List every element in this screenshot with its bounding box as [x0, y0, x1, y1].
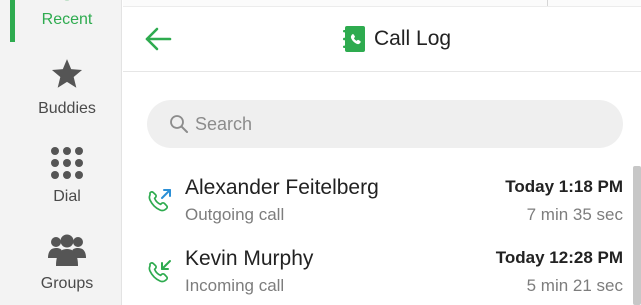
clock-icon: [64, 0, 70, 1]
search-input[interactable]: [195, 110, 595, 138]
call-time: Today 1:18 PM: [505, 177, 623, 196]
call-type: Outgoing call: [185, 205, 285, 224]
page-title: Call Log: [374, 27, 452, 50]
call-log-row[interactable]: Kevin Murphy Incoming call Today 12:28 P…: [123, 243, 631, 305]
top-strip-divider: [547, 0, 548, 6]
call-log-row[interactable]: Alexander Feitelberg Outgoing call Today…: [123, 172, 631, 238]
group-icon: [48, 234, 86, 266]
call-duration: 7 min 35 sec: [526, 205, 623, 224]
nav-item-buddies[interactable]: Buddies: [14, 58, 120, 118]
call-log-icon: [343, 26, 365, 52]
back-arrow-icon: [145, 27, 172, 51]
nav-item-recent[interactable]: Recent: [14, 0, 120, 42]
nav-label-buddies: Buddies: [38, 100, 96, 117]
header-bar: Call Log: [123, 7, 641, 72]
call-duration: 5 min 21 sec: [526, 276, 623, 295]
search-bar[interactable]: [147, 100, 623, 148]
incoming-call-icon: [148, 260, 171, 283]
nav-item-dial[interactable]: Dial: [14, 146, 120, 206]
caller-name: Kevin Murphy: [185, 247, 314, 270]
call-log-window: Recent Buddies Dial Groups Call Log Sear…: [0, 0, 641, 305]
nav-label-groups: Groups: [40, 275, 94, 292]
nav-label-dial: Dial: [53, 188, 81, 205]
caller-name: Alexander Feitelberg: [185, 176, 379, 199]
call-time: Today 12:28 PM: [495, 248, 623, 267]
scrollbar-thumb[interactable]: [633, 166, 641, 305]
dialpad-icon: [51, 147, 83, 179]
search-icon: [170, 115, 188, 133]
star-icon: [51, 59, 83, 88]
nav-label-recent: Recent: [41, 11, 93, 28]
outgoing-call-icon: [148, 189, 171, 212]
nav-item-groups[interactable]: Groups: [14, 234, 120, 293]
header-title-group: Call Log: [343, 25, 451, 53]
back-button[interactable]: [143, 24, 173, 54]
call-type: Incoming call: [185, 276, 285, 295]
sidebar-nav: Recent Buddies Dial Groups: [0, 0, 122, 305]
top-strip: [123, 0, 641, 7]
